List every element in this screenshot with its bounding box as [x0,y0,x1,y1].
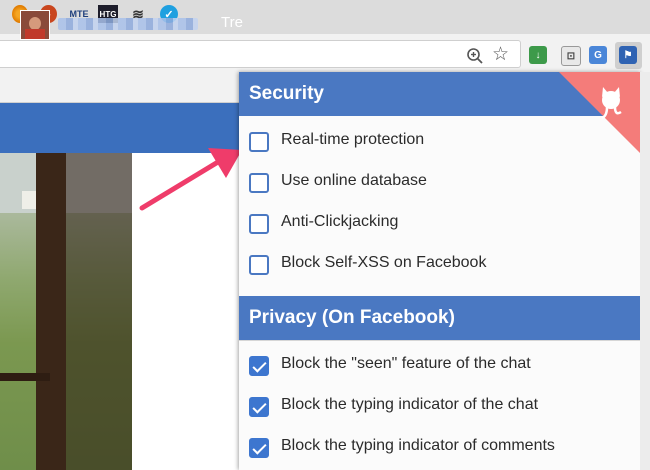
address-bar[interactable] [0,40,521,68]
pointer-arrow [139,148,242,211]
checkbox[interactable] [249,173,269,193]
bookmark-star-icon[interactable]: ☆ [492,44,509,66]
option-real-time-protection[interactable]: Real-time protection [239,124,641,164]
extension-plug-icon[interactable]: ⊡ [561,46,581,66]
option-label: Block the typing indicator of the chat [281,396,539,413]
option-anti-clickjacking[interactable]: Anti-Clickjacking [239,206,641,246]
checkbox-checked[interactable] [249,397,269,417]
popup-scrollbar[interactable] [640,72,650,470]
avatar[interactable] [20,10,50,40]
option-online-database[interactable]: Use online database [239,165,641,205]
background-photo [0,153,132,470]
checkbox-checked[interactable] [249,356,269,376]
zoom-icon[interactable] [466,47,484,65]
blurred-username[interactable] [58,18,198,30]
extension-green-icon[interactable]: ↓ [529,46,547,64]
checkbox[interactable] [249,132,269,152]
checkbox[interactable] [249,214,269,234]
privacy-header: Privacy (On Facebook) [239,296,641,340]
checkbox[interactable] [249,255,269,275]
option-block-seen[interactable]: Block the "seen" feature of the chat [239,348,641,388]
option-block-self-xss[interactable]: Block Self-XSS on Facebook [239,247,641,287]
nav-link-partial[interactable]: Tre [221,14,243,31]
option-label: Block Self-XSS on Facebook [281,254,487,271]
extension-popup: Security Real-time protection Use online… [239,72,641,470]
option-label: Block the "seen" feature of the chat [281,355,531,372]
extension-shield-icon[interactable]: ⚑ [619,46,637,64]
option-label: Anti-Clickjacking [281,213,399,230]
checkbox-checked[interactable] [249,438,269,458]
extension-translate-icon[interactable]: G [589,46,607,64]
option-block-typing-comments[interactable]: Block the typing indicator of comments [239,430,641,470]
option-label: Block the typing indicator of comments [281,437,555,454]
option-label: Use online database [281,172,427,189]
divider [239,340,641,341]
option-block-typing-chat[interactable]: Block the typing indicator of the chat [239,389,641,429]
option-label: Real-time protection [281,131,425,148]
